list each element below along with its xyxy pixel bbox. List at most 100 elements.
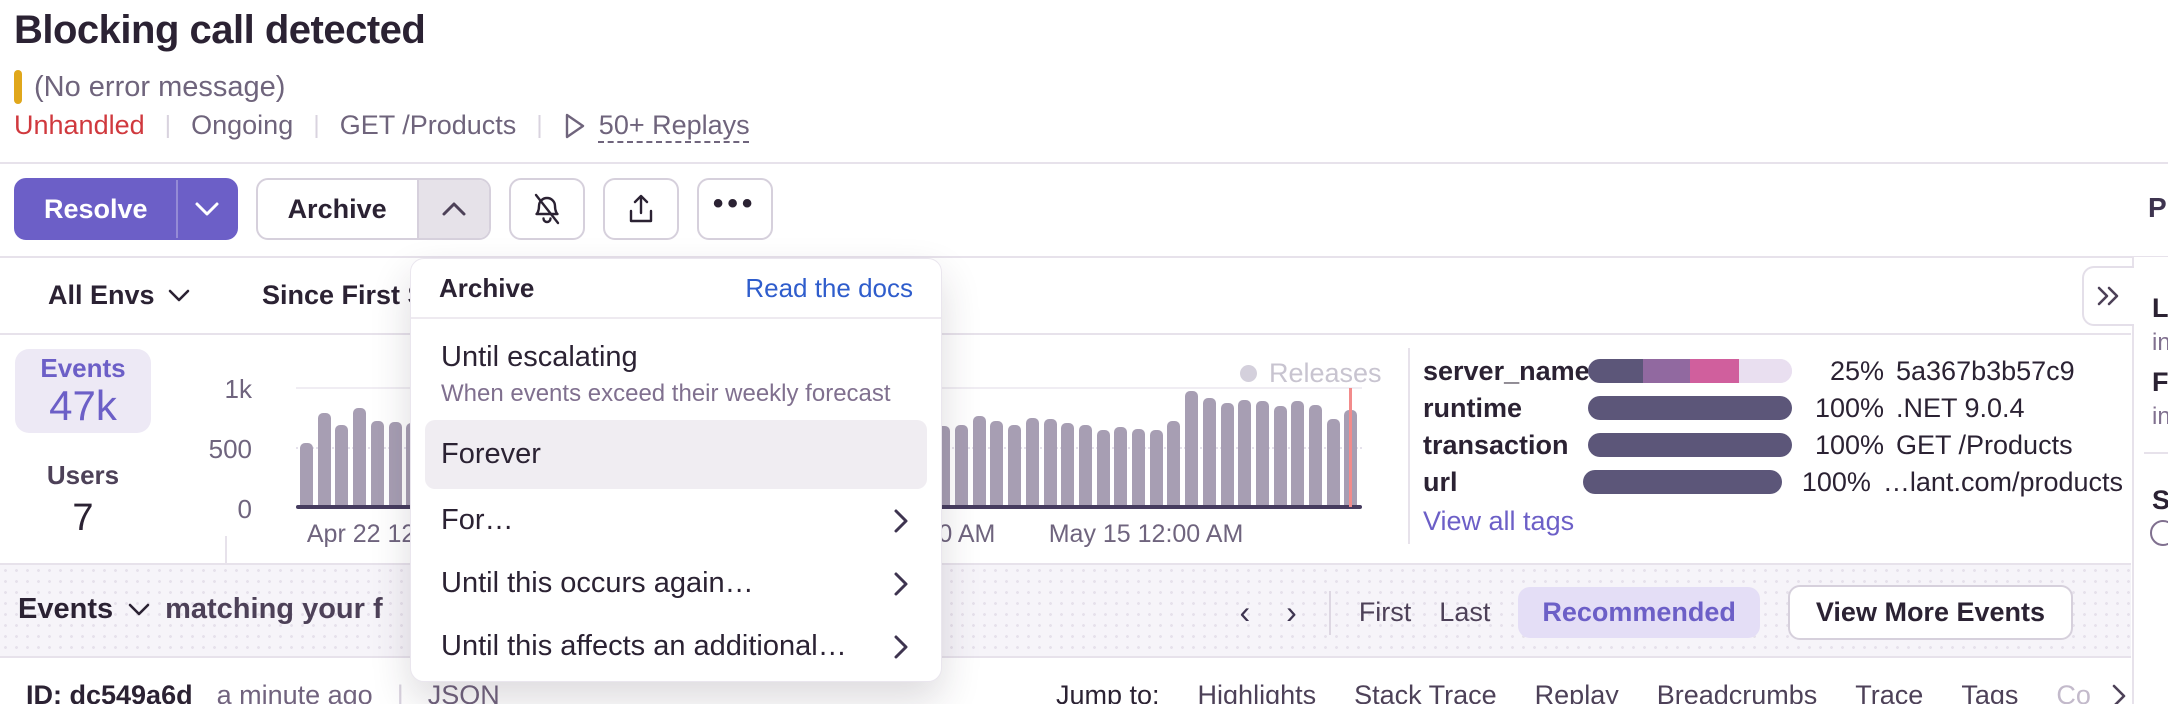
tag-key: url <box>1423 467 1583 498</box>
tag-bar-segment <box>1588 359 1643 383</box>
transaction-badge: GET /Products <box>340 110 517 141</box>
users-stat-value: 7 <box>15 497 151 540</box>
chart-tags-separator <box>1408 348 1410 544</box>
read-the-docs-link[interactable]: Read the docs <box>745 273 913 304</box>
badge-separator: | <box>313 111 320 140</box>
tag-distribution-bar <box>1583 470 1781 494</box>
archive-menu: Archive Read the docs Until escalatingWh… <box>410 258 942 682</box>
chart-bar <box>1026 418 1039 506</box>
archive-button[interactable]: Archive <box>258 180 419 238</box>
first-event-link[interactable]: First <box>1359 597 1411 628</box>
menu-item-label: Forever <box>441 438 911 471</box>
sidebar-collapse-button[interactable] <box>2082 266 2134 326</box>
tag-percent: 100% <box>1792 393 1884 424</box>
sidebar-text-fragment: in <box>2152 329 2168 357</box>
sidebar-text-fragment: F <box>2152 367 2168 398</box>
chart-bar <box>1079 425 1092 506</box>
chevron-right-icon <box>891 568 911 600</box>
jump-to-link-co[interactable]: Co <box>2056 680 2091 704</box>
menu-item-label: Until escalating <box>441 341 911 374</box>
chevron-down-icon <box>167 288 191 303</box>
tag-value: GET /Products <box>1896 430 2073 461</box>
archive-menu-item-forever[interactable]: Forever <box>425 420 927 489</box>
archive-dropdown-button[interactable] <box>419 180 489 238</box>
chart-bar <box>973 416 986 506</box>
resolve-dropdown-button[interactable] <box>178 180 236 238</box>
jump-to-link-highlights[interactable]: Highlights <box>1198 680 1317 704</box>
jump-to-link-replay[interactable]: Replay <box>1535 680 1619 704</box>
previous-event-button[interactable]: ‹ <box>1236 594 1255 631</box>
events-stat-label: Events <box>40 353 125 384</box>
archive-menu-item-until-escalating[interactable]: Until escalatingWhen events exceed their… <box>425 329 927 420</box>
chart-bar <box>1203 398 1216 506</box>
error-message-row: (No error message) <box>14 70 285 104</box>
header-divider <box>0 162 2168 164</box>
tag-bar-segment <box>1643 359 1690 383</box>
view-all-tags-link[interactable]: View all tags <box>1423 506 1574 537</box>
archive-menu-item-until-this-affects-an-additional[interactable]: Until this affects an additional… <box>425 615 927 678</box>
recommended-toggle[interactable]: Recommended <box>1518 587 1760 638</box>
view-more-events-button[interactable]: View More Events <box>1788 585 2073 640</box>
jump-to-link-tags[interactable]: Tags <box>1961 680 2018 704</box>
jump-to-link-trace[interactable]: Trace <box>1855 680 1923 704</box>
x-tick-label: May 15 12:00 AM <box>1049 520 1244 549</box>
chevron-right-icon[interactable] <box>2111 683 2127 704</box>
sidebar-header-fragment: P <box>2148 192 2167 224</box>
sidebar-divider <box>2144 452 2168 454</box>
sidebar-text-fragment: L <box>2152 293 2168 324</box>
event-id: ID: dc549a6d <box>26 680 193 704</box>
chevron-right-icon <box>891 505 911 537</box>
more-actions-button[interactable]: ••• <box>697 178 773 240</box>
events-dropdown[interactable]: Events matching your f <box>18 593 383 626</box>
archive-menu-item-for[interactable]: For… <box>425 489 927 552</box>
tag-value: …lant.com/products <box>1883 467 2123 498</box>
menu-item-label: Until this occurs again… <box>441 567 891 600</box>
archive-menu-item-until-this-occurs-again[interactable]: Until this occurs again… <box>425 552 927 615</box>
users-stat-card[interactable]: Users 7 <box>15 460 151 540</box>
menu-item-label: Until this affects an additional… <box>441 630 891 663</box>
chart-bar <box>353 408 366 506</box>
badge-separator: | <box>165 111 172 140</box>
events-stat-card[interactable]: Events 47k <box>15 349 151 433</box>
event-timestamp[interactable]: a minute ago <box>217 680 373 704</box>
sidebar-text-fragment: in <box>2152 403 2168 431</box>
tag-row[interactable]: url100%…lant.com/products <box>1423 467 2123 497</box>
chart-bar <box>1238 400 1251 506</box>
chart-bar <box>1167 421 1180 506</box>
chart-bar <box>1274 406 1287 506</box>
separator: | <box>397 680 404 704</box>
tag-row[interactable]: transaction100%GET /Products <box>1423 430 2123 460</box>
issue-badges: Unhandled | Ongoing | GET /Products | 50… <box>14 110 750 141</box>
chart-bar <box>1044 419 1057 506</box>
archive-menu-title: Archive <box>439 273 534 304</box>
environment-filter-label: All Envs <box>48 280 155 311</box>
tag-bar-segment <box>1690 359 1739 383</box>
tag-row[interactable]: server_name25%5a367b3b57c9 <box>1423 356 2123 386</box>
chevron-down-icon <box>194 201 220 217</box>
last-event-link[interactable]: Last <box>1439 597 1490 628</box>
issue-detail-page: Blocking call detected (No error message… <box>0 0 2168 704</box>
chart-bar <box>1132 429 1145 506</box>
releases-legend-label: Releases <box>1269 358 1382 389</box>
share-button[interactable] <box>603 178 679 240</box>
replays-link[interactable]: 50+ Replays <box>563 110 750 141</box>
resolve-button[interactable]: Resolve <box>16 180 178 238</box>
filter-bar: All Envs Since First Seen <box>0 256 2168 333</box>
events-stat-value: 47k <box>49 382 117 430</box>
chart-bar <box>1327 419 1340 506</box>
tag-row[interactable]: runtime100%.NET 9.0.4 <box>1423 393 2123 423</box>
chart-bar <box>1256 401 1269 506</box>
jump-to-link-breadcrumbs[interactable]: Breadcrumbs <box>1657 680 1818 704</box>
tag-bar-segment <box>1583 470 1781 494</box>
chart-legend[interactable]: Releases <box>1240 358 1382 389</box>
ellipsis-icon: ••• <box>713 187 757 221</box>
filter-divider <box>0 333 2131 335</box>
next-event-button[interactable]: › <box>1282 594 1301 631</box>
environment-filter[interactable]: All Envs <box>48 280 191 311</box>
jump-to-links: Highlights Stack Trace Replay Breadcrumbs Tr… <box>1198 680 2091 704</box>
jump-to-link-stack-trace[interactable]: Stack Trace <box>1354 680 1497 704</box>
tag-key: transaction <box>1423 430 1588 461</box>
mute-button[interactable] <box>509 178 585 240</box>
chevron-right-icon <box>891 631 911 663</box>
error-message: (No error message) <box>34 71 285 104</box>
